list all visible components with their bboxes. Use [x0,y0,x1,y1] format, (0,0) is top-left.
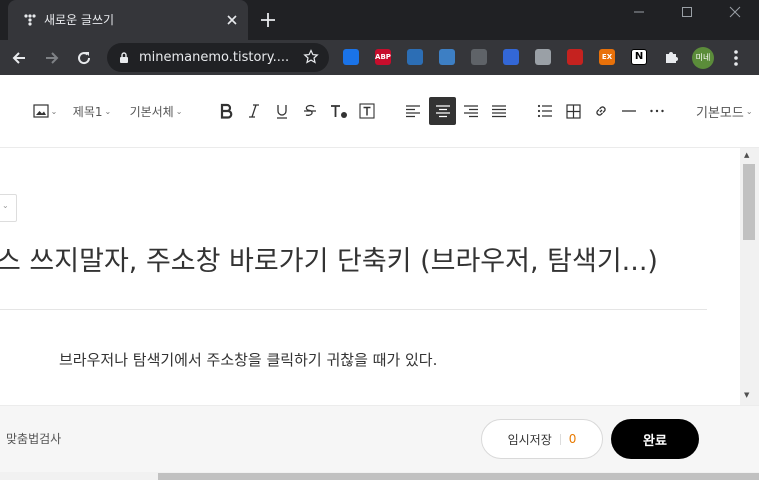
notion-extension-icon[interactable]: N [631,49,647,65]
post-body-paragraph[interactable]: 브라우저나 탐색기에서 주소창을 클릭하기 귀찮을 때가 있다. [59,349,437,371]
align-right-button[interactable] [460,97,482,125]
vertical-scrollbar[interactable]: ▲ ▼ [740,148,759,405]
bookmark-extension-icon[interactable] [567,49,583,65]
browser-tab-strip: 새로운 글쓰기 [0,0,759,40]
translate-extension-icon[interactable] [407,49,423,65]
tistory-favicon-icon [24,14,36,26]
arrow-left-icon [12,52,25,64]
tab-title: 새로운 글쓰기 [44,13,115,27]
insert-table-button[interactable] [562,97,584,125]
more-horizontal-icon [650,109,664,113]
text-color-button[interactable] [328,97,350,125]
chevron-down-icon: ⌄ [745,106,753,116]
more-options-button[interactable] [646,97,668,125]
insert-image-button[interactable]: ⌄ [31,97,59,125]
save-draft-button[interactable]: 임시저장 0 [481,419,603,459]
camera-extension-icon[interactable] [535,49,551,65]
lock-icon [120,52,128,63]
horizontal-line-icon [622,110,636,112]
underline-button[interactable] [272,97,292,125]
chevron-down-icon: ⌄ [104,106,112,116]
new-tab-icon[interactable] [258,10,278,30]
draft-count: 0 [568,432,577,446]
forward-button[interactable] [38,44,66,72]
publish-done-button[interactable]: 완료 [611,419,699,459]
browser-menu-icon[interactable] [729,46,743,70]
bullet-list-button[interactable] [534,97,556,125]
arrow-right-icon [46,52,59,64]
monitor-extension-icon[interactable] [471,49,487,65]
horizontal-rule-button[interactable] [618,97,640,125]
chevron-down-icon: ⌄ [50,106,58,116]
profile-avatar[interactable]: 미네 [692,47,714,69]
bold-icon [220,103,233,119]
vertical-scrollbar-thumb[interactable] [743,164,755,240]
font-dropdown[interactable]: 기본서체 ⌄ [125,97,187,125]
back-button[interactable] [5,44,33,72]
maximize-window-button[interactable] [669,0,705,24]
chevron-down-icon: ⌄ [175,106,183,116]
editor-toolbar: ⌄ 제목1 ⌄ 기본서체 ⌄ 기본모드 ⌄ [0,75,759,148]
table-icon [565,103,581,119]
chevron-down-icon: ⌄ [2,201,9,210]
browser-toolbar: minemanemo.tistory.... ABP EX N [0,40,759,75]
heading-dropdown[interactable]: 제목1 ⌄ [70,97,114,125]
align-center-button[interactable] [429,97,456,125]
list-icon [537,104,552,118]
save-draft-label: 임시저장 [507,432,552,447]
align-center-icon [435,105,450,118]
url-text: minemanemo.tistory.... [139,50,290,65]
italic-button[interactable] [244,97,264,125]
post-title[interactable]: 스 쓰지말자, 주소창 바로가기 단축키 (브라우저, 탐색기...) [0,242,658,282]
scroll-down-arrow-icon[interactable]: ▼ [744,391,749,399]
feather-extension-icon[interactable] [343,49,359,65]
align-right-icon [464,105,478,118]
underline-icon [277,105,287,119]
close-window-button[interactable] [717,0,753,24]
align-justify-button[interactable] [488,97,510,125]
title-divider [0,309,707,310]
address-bar[interactable]: minemanemo.tistory.... [107,43,329,72]
maximize-icon [682,7,692,17]
scroll-up-arrow-icon[interactable]: ▲ [744,151,749,159]
bold-button[interactable] [216,97,236,125]
link-icon [596,106,606,116]
minimize-icon [634,11,644,13]
horizontal-scrollbar[interactable] [0,472,759,480]
italic-icon [249,104,259,118]
category-dropdown[interactable]: ⌄ [0,194,17,222]
draft-separator [559,433,561,445]
minimize-window-button[interactable] [621,0,657,24]
tab-close-icon[interactable] [224,12,240,28]
align-left-button[interactable] [402,97,424,125]
book-extension-icon[interactable] [503,49,519,65]
align-justify-icon [492,105,506,118]
browser-tab-active[interactable]: 새로운 글쓰기 [8,0,248,40]
text-color-icon [331,105,347,118]
close-window-icon [729,6,741,18]
text-background-button[interactable] [356,97,378,125]
reload-button[interactable] [70,44,98,72]
editor-mode-dropdown[interactable]: 기본모드 ⌄ [696,97,759,125]
spellcheck-button[interactable]: 맞춤법검사 [6,430,61,447]
text-background-icon [359,103,375,119]
reload-icon [78,52,91,65]
editor-footer: 맞춤법검사 임시저장 0 완료 [0,405,759,472]
circle-extension-icon[interactable] [439,49,455,65]
ex-extension-icon[interactable]: EX [599,49,615,65]
align-left-icon [406,105,420,118]
strikethrough-icon [304,104,316,116]
editor-mode-label: 기본모드 [696,105,744,121]
abp-extension-icon[interactable]: ABP [375,49,391,65]
editor-content[interactable]: ⌄ 스 쓰지말자, 주소창 바로가기 단축키 (브라우저, 탐색기...) 브라… [0,148,740,405]
insert-link-button[interactable] [590,97,612,125]
image-icon [33,104,49,118]
horizontal-scrollbar-thumb[interactable] [158,473,759,480]
extensions-puzzle-icon[interactable] [663,49,679,65]
heading-dropdown-label: 제목1 [72,104,103,119]
font-dropdown-label: 기본서체 [129,104,174,119]
bookmark-star-icon[interactable] [303,49,319,65]
strikethrough-button[interactable] [300,97,320,125]
